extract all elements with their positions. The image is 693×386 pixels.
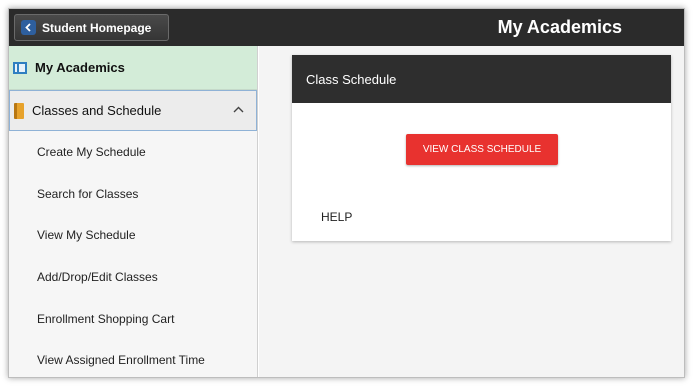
view-class-schedule-label: VIEW CLASS SCHEDULE: [422, 144, 542, 155]
sidebar: My Academics Classes and Schedule Create…: [9, 46, 258, 377]
academics-icon: [13, 61, 27, 74]
book-icon: [14, 102, 24, 119]
card-header: Class Schedule: [292, 55, 671, 103]
back-arrow-icon: [21, 20, 36, 35]
page-title: My Academics: [497, 17, 622, 37]
app-window: Student Homepage My Academics My Academi…: [8, 8, 685, 378]
sidebar-group-label: Classes and Schedule: [32, 103, 162, 118]
help-link[interactable]: HELP: [321, 210, 352, 224]
sidebar-item-my-academics[interactable]: My Academics: [9, 46, 257, 90]
class-schedule-card: Class Schedule VIEW CLASS SCHEDULE HELP: [292, 55, 671, 241]
sidebar-item-view-assigned-enrollment-time[interactable]: View Assigned Enrollment Time: [9, 339, 257, 377]
sidebar-item-label: My Academics: [35, 60, 125, 75]
header-bar: Student Homepage My Academics: [9, 9, 684, 46]
sidebar-group-classes-and-schedule[interactable]: Classes and Schedule: [9, 90, 257, 131]
view-class-schedule-button[interactable]: VIEW CLASS SCHEDULE: [406, 134, 558, 165]
chevron-up-icon[interactable]: [233, 106, 244, 113]
sidebar-item-view-my-schedule[interactable]: View My Schedule: [9, 214, 257, 256]
sidebar-item-create-my-schedule[interactable]: Create My Schedule: [9, 131, 257, 173]
sidebar-item-enrollment-shopping-cart[interactable]: Enrollment Shopping Cart: [9, 298, 257, 340]
sidebar-item-search-for-classes[interactable]: Search for Classes: [9, 173, 257, 215]
student-homepage-label: Student Homepage: [42, 20, 152, 35]
card-title: Class Schedule: [306, 71, 397, 87]
main-content: Class Schedule VIEW CLASS SCHEDULE HELP: [259, 46, 684, 377]
sidebar-item-add-drop-edit-classes[interactable]: Add/Drop/Edit Classes: [9, 256, 257, 298]
student-homepage-button[interactable]: Student Homepage: [14, 14, 169, 41]
